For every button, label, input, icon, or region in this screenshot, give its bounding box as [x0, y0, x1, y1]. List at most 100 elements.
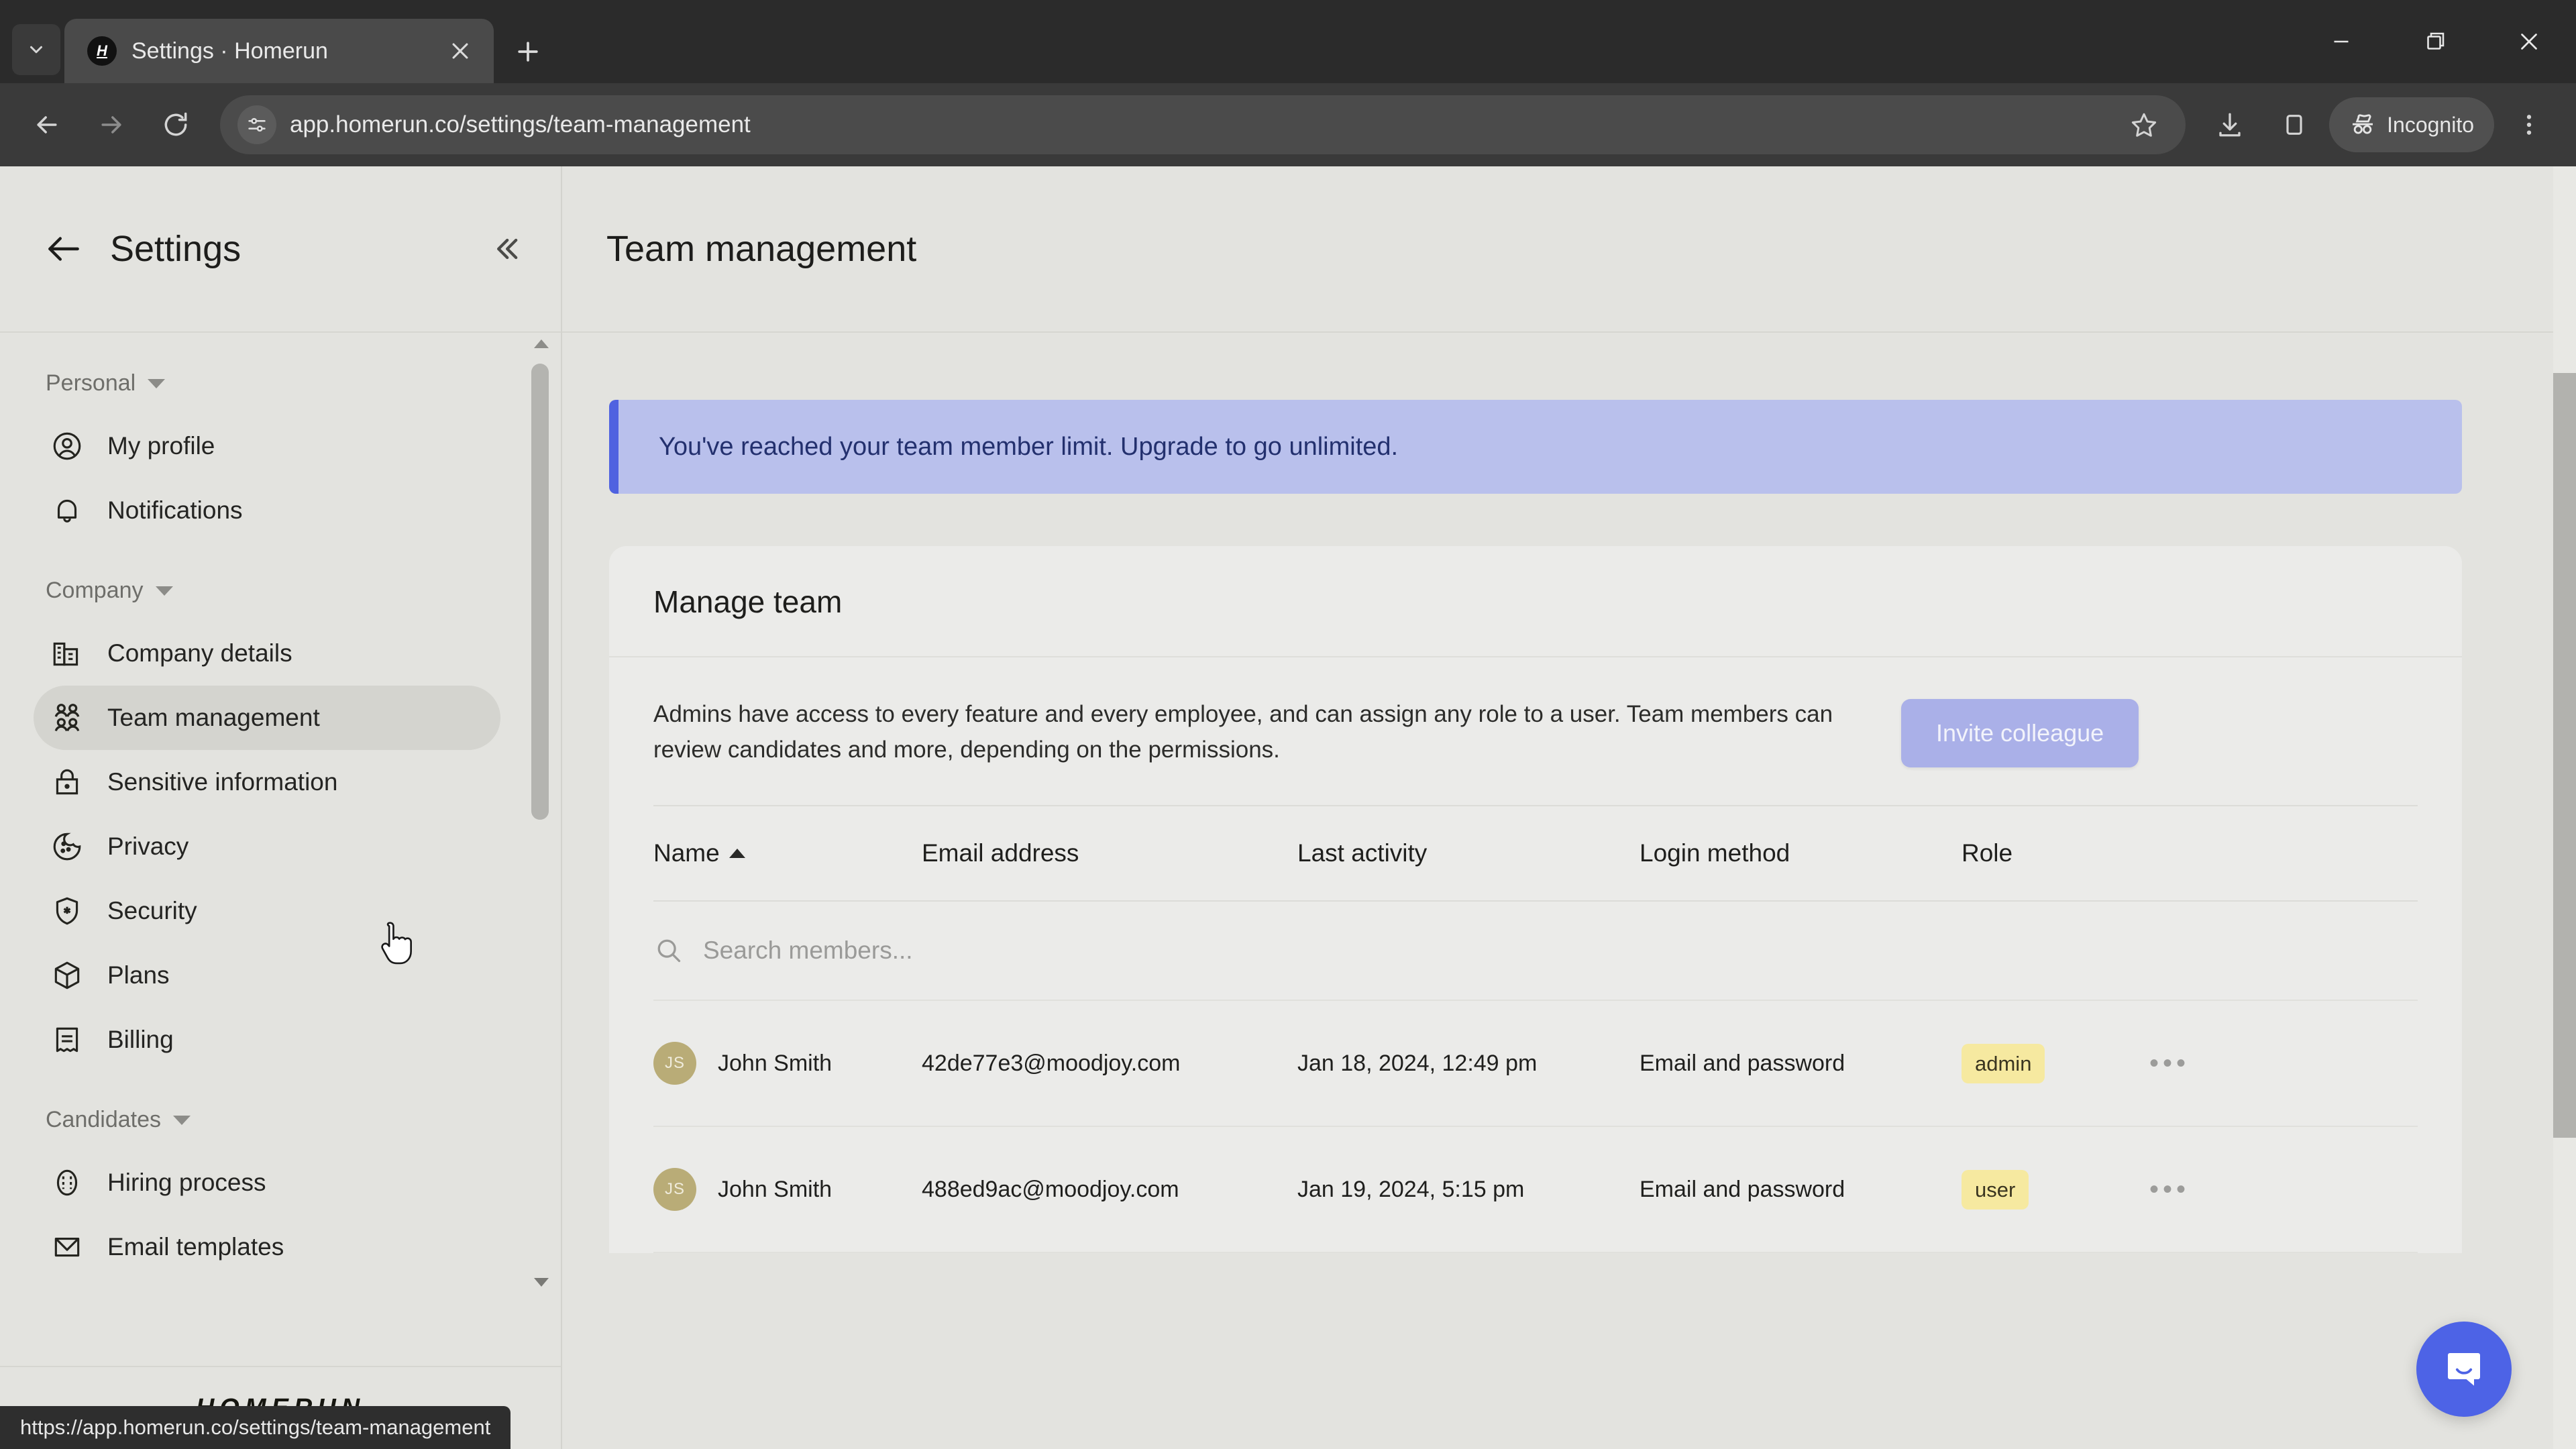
- bell-icon: [50, 493, 85, 528]
- sidebar-item-privacy[interactable]: Privacy: [34, 814, 500, 879]
- column-header-email[interactable]: Email address: [922, 839, 1297, 867]
- sidebar-item-sensitive-information[interactable]: Sensitive information: [34, 750, 500, 814]
- chevron-down-icon: [148, 378, 166, 388]
- browser-menu-icon[interactable]: [2500, 95, 2559, 154]
- close-window-icon[interactable]: [2482, 0, 2576, 83]
- maximize-icon[interactable]: [2388, 0, 2482, 83]
- card-header: Manage team: [609, 546, 2462, 657]
- status-badge: admin: [1962, 1043, 2045, 1084]
- sidebar-item-email-templates[interactable]: Email templates: [34, 1215, 500, 1279]
- back-icon[interactable]: [17, 95, 76, 154]
- sidebar-item-label: My profile: [107, 432, 215, 460]
- settings-sidebar: Settings Personal My profile Notificatio…: [0, 166, 562, 1449]
- member-name: John Smith: [718, 1050, 833, 1076]
- building-icon: [50, 636, 85, 671]
- sidebar-item-billing[interactable]: Billing: [34, 1008, 500, 1072]
- member-last-activity: Jan 19, 2024, 5:15 pm: [1297, 1176, 1525, 1202]
- chat-launcher-button[interactable]: [2416, 1322, 2512, 1417]
- more-options-icon[interactable]: •••: [2149, 1176, 2190, 1203]
- chevron-down-icon: [155, 586, 173, 596]
- search-input[interactable]: [703, 936, 1213, 965]
- sidebar-item-label: Billing: [107, 1026, 174, 1053]
- sidebar-header: Settings: [0, 166, 561, 333]
- sidebar-group-company[interactable]: Company: [0, 578, 561, 604]
- avatar: JS: [653, 1168, 696, 1212]
- sidebar-item-label: Hiring process: [107, 1169, 266, 1196]
- card-intro: Admins have access to every feature and …: [609, 657, 2462, 805]
- sidebar-item-plans[interactable]: Plans: [34, 943, 500, 1008]
- bookmark-star-icon[interactable]: [2114, 95, 2174, 154]
- page-scrollbar-thumb[interactable]: [2553, 373, 2576, 1138]
- tab-search-button[interactable]: [12, 24, 60, 75]
- main-body: You've reached your team member limit. U…: [562, 333, 2576, 1449]
- browser-window: H Settings · Homerun app.homerun.co/sett…: [0, 0, 2576, 1449]
- envelope-icon: [50, 1230, 85, 1265]
- page-viewport: Settings Personal My profile Notificatio…: [0, 166, 2576, 1449]
- shield-icon: [50, 894, 85, 928]
- people-icon: [50, 700, 85, 735]
- incognito-profile-button[interactable]: Incognito: [2329, 97, 2494, 152]
- sidebar-item-team-management[interactable]: Team management: [34, 686, 500, 750]
- page-title: Team management: [606, 229, 917, 269]
- incognito-icon: [2353, 114, 2373, 134]
- search-icon: [653, 935, 684, 966]
- forward-icon[interactable]: [82, 95, 141, 154]
- scroll-down-arrow-icon[interactable]: [534, 1278, 549, 1287]
- column-header-role[interactable]: Role: [1962, 839, 2149, 867]
- downloads-icon[interactable]: [2200, 95, 2259, 154]
- column-header-name[interactable]: Name: [653, 839, 922, 867]
- address-bar[interactable]: app.homerun.co/settings/team-management: [220, 95, 2186, 154]
- minimize-icon[interactable]: [2294, 0, 2388, 83]
- sidebar-item-label: Company details: [107, 639, 292, 667]
- sidebar-item-security[interactable]: Security: [34, 879, 500, 943]
- receipt-icon: [50, 1022, 85, 1057]
- browser-tab[interactable]: H Settings · Homerun: [64, 19, 494, 83]
- url-text: app.homerun.co/settings/team-management: [290, 111, 751, 138]
- user-circle-icon: [50, 429, 85, 464]
- sidebar-item-label: Plans: [107, 961, 170, 989]
- sidebar-group-candidates[interactable]: Candidates: [0, 1107, 561, 1133]
- status-badge: user: [1962, 1169, 2029, 1210]
- scrollbar-thumb[interactable]: [531, 364, 549, 820]
- window-controls: [2294, 0, 2576, 83]
- sort-ascending-icon: [729, 849, 745, 859]
- column-header-login-method[interactable]: Login method: [1640, 839, 1962, 867]
- new-tab-button[interactable]: [504, 28, 551, 75]
- side-panel-icon[interactable]: [2265, 95, 2324, 154]
- cookie-icon: [50, 829, 85, 864]
- table-row[interactable]: JS John Smith 488ed9ac@moodjoy.com Jan 1…: [653, 1127, 2418, 1254]
- collapse-sidebar-icon[interactable]: [486, 229, 526, 269]
- sidebar-item-company-details[interactable]: Company details: [34, 621, 500, 686]
- reload-icon[interactable]: [146, 95, 205, 154]
- member-login-method: Email and password: [1640, 1176, 1845, 1202]
- scroll-up-arrow-icon[interactable]: [534, 339, 549, 348]
- site-settings-icon[interactable]: [237, 105, 276, 144]
- sidebar-group-candidates-label: Candidates: [46, 1107, 162, 1132]
- sidebar-item-hiring-process[interactable]: Hiring process: [34, 1150, 500, 1215]
- sidebar-item-label: Sensitive information: [107, 768, 338, 796]
- sidebar-item-notifications[interactable]: Notifications: [34, 478, 500, 543]
- page-scrollbar[interactable]: [2553, 166, 2576, 1449]
- chat-bubble-icon: [2448, 1353, 2480, 1386]
- role-badge: admin: [1962, 1043, 2149, 1084]
- sidebar-scrollbar[interactable]: [531, 333, 549, 1366]
- table-header-row: Name Email address Last activity Login m…: [653, 806, 2418, 902]
- box-icon: [50, 958, 85, 993]
- sidebar-item-my-profile[interactable]: My profile: [34, 414, 500, 478]
- more-options-icon[interactable]: •••: [2149, 1050, 2190, 1077]
- browser-toolbar: app.homerun.co/settings/team-management …: [0, 83, 2576, 166]
- banner-text: You've reached your team member limit. U…: [659, 432, 1399, 461]
- avatar: JS: [653, 1042, 696, 1085]
- back-arrow-icon[interactable]: [42, 227, 86, 271]
- column-header-last-activity[interactable]: Last activity: [1297, 839, 1640, 867]
- table-row[interactable]: JS John Smith 42de77e3@moodjoy.com Jan 1…: [653, 1001, 2418, 1128]
- sidebar-item-label: Security: [107, 897, 197, 924]
- card-title: Manage team: [653, 584, 843, 619]
- sidebar-group-personal[interactable]: Personal: [0, 370, 561, 396]
- member-name-cell: JS John Smith: [653, 1168, 922, 1212]
- sidebar-item-label: Notifications: [107, 496, 243, 524]
- member-login-method: Email and password: [1640, 1050, 1845, 1076]
- invite-colleague-button[interactable]: Invite colleague: [1901, 699, 2139, 767]
- close-tab-icon[interactable]: [443, 34, 478, 68]
- member-email: 488ed9ac@moodjoy.com: [922, 1176, 1179, 1202]
